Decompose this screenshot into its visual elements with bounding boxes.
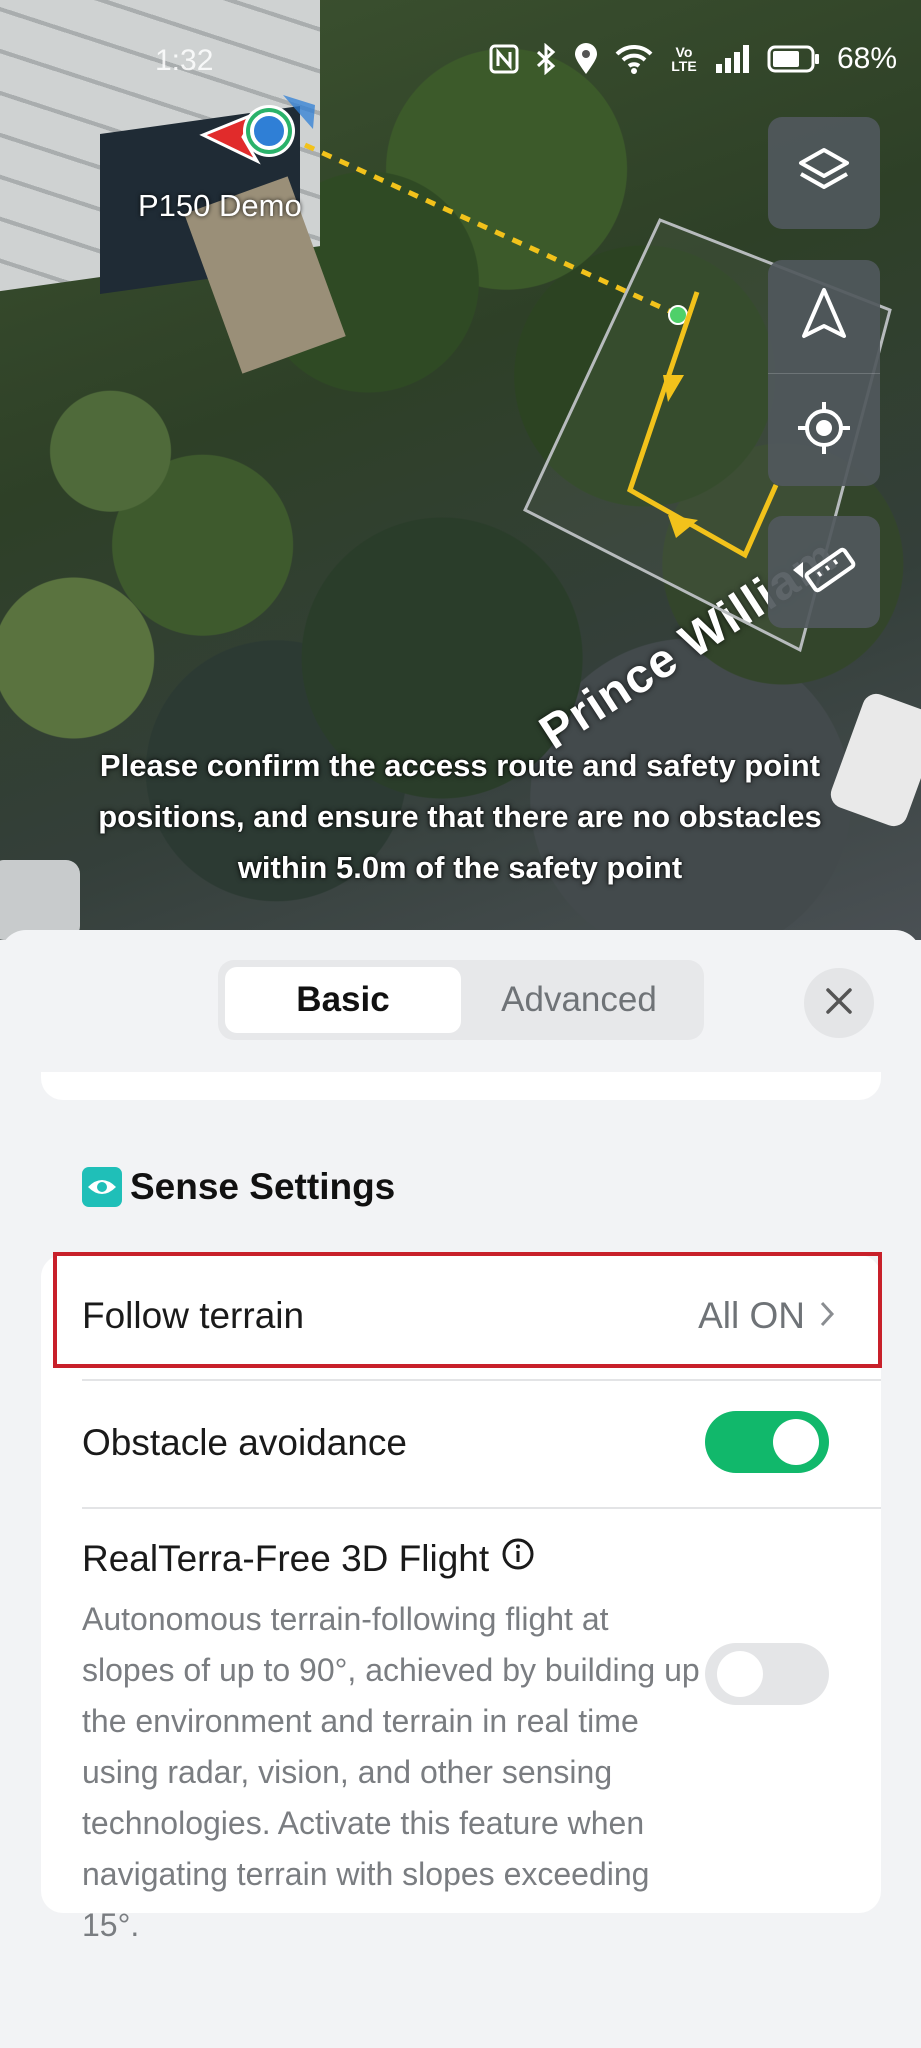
obstacle-avoidance-row: Obstacle avoidance <box>41 1379 881 1507</box>
realterra-description: Autonomous terrain-following flight at s… <box>82 1601 700 1943</box>
toggle-knob <box>717 1651 763 1697</box>
map-nav-controls <box>768 260 880 486</box>
status-time: 1:32 <box>155 44 214 77</box>
bluetooth-icon <box>535 43 557 75</box>
realterra-toggle[interactable] <box>705 1643 829 1705</box>
nfc-icon <box>489 44 519 74</box>
previous-card-bottom <box>41 1072 881 1100</box>
tab-basic[interactable]: Basic <box>225 967 461 1033</box>
settings-sheet: Basic Advanced Sense Settings Follow ter… <box>0 930 921 2048</box>
battery-icon <box>767 45 821 73</box>
eye-icon <box>82 1167 122 1207</box>
map-notice: Please confirm the access route and safe… <box>98 748 822 885</box>
realterra-block: RealTerra-Free 3D Flight Autonomous terr… <box>82 1537 702 1951</box>
compass-arrow-icon <box>799 286 849 347</box>
divider <box>82 1507 881 1509</box>
access-route-line <box>303 142 680 318</box>
realterra-title: RealTerra-Free 3D Flight <box>82 1537 702 1580</box>
location-icon <box>573 43 599 75</box>
close-icon <box>824 986 854 1021</box>
obstacle-avoidance-label: Obstacle avoidance <box>82 1422 407 1463</box>
wifi-icon <box>615 44 653 74</box>
volte-icon: Vo LTE <box>671 44 697 74</box>
measure-button[interactable] <box>768 516 880 628</box>
aircraft-label: P150 Demo <box>138 188 302 223</box>
info-icon[interactable] <box>501 1537 535 1580</box>
follow-terrain-highlight <box>53 1252 882 1368</box>
ruler-icon <box>791 542 857 603</box>
locate-icon <box>796 400 852 461</box>
compass-button[interactable] <box>768 260 880 373</box>
section-title: Sense Settings <box>82 1166 395 1208</box>
locate-button[interactable] <box>768 373 880 486</box>
toggle-knob <box>773 1419 819 1465</box>
realterra-label: RealTerra-Free 3D Flight <box>82 1537 490 1579</box>
safety-point-marker <box>668 305 688 325</box>
obstacle-avoidance-toggle[interactable] <box>705 1411 829 1473</box>
map-view[interactable]: Prince William P150 Demo 1:32 Vo LTE 68%… <box>0 0 921 940</box>
mode-tabs: Basic Advanced <box>218 960 704 1040</box>
tab-advanced[interactable]: Advanced <box>461 967 697 1033</box>
close-button[interactable] <box>804 968 874 1038</box>
status-bar: 1:32 Vo LTE 68% <box>0 0 921 110</box>
map-layers-button[interactable] <box>768 117 880 229</box>
layers-icon <box>797 144 851 203</box>
section-title-text: Sense Settings <box>130 1166 396 1207</box>
signal-icon <box>715 44 751 74</box>
battery-percent: 68% <box>836 42 897 75</box>
